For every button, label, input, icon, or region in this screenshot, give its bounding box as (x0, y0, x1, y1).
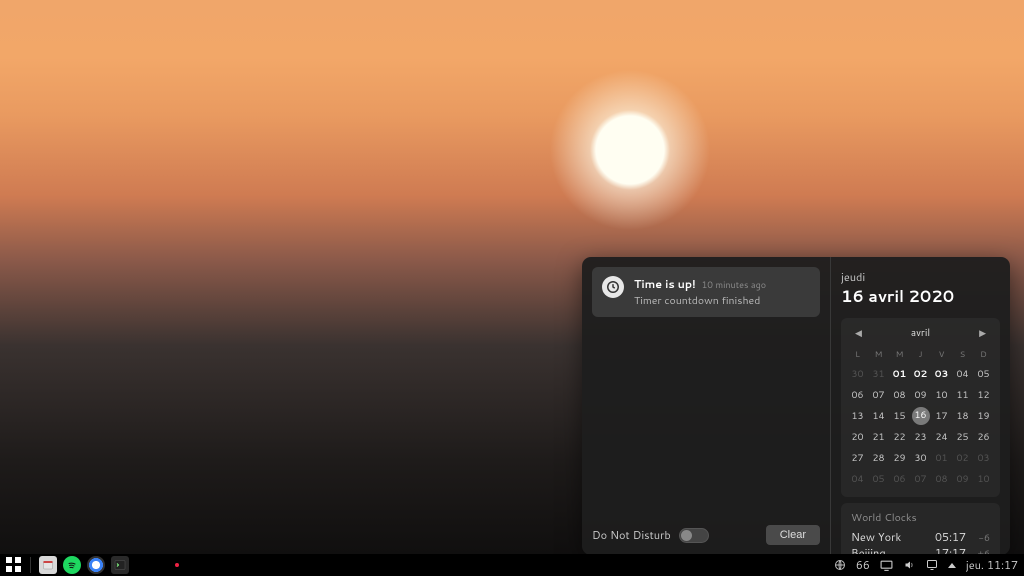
cal-day[interactable]: 18 (952, 407, 973, 426)
cal-day[interactable]: 06 (889, 470, 910, 489)
cal-day[interactable]: 12 (973, 386, 994, 405)
cal-day[interactable]: 07 (910, 470, 931, 489)
cal-day[interactable]: 02 (952, 449, 973, 468)
wc-time: 05:17 (935, 529, 966, 545)
cal-day[interactable]: 15 (889, 407, 910, 426)
cal-day[interactable]: 23 (910, 428, 931, 447)
cast-icon[interactable] (926, 559, 938, 571)
indicator-dot-icon (175, 563, 179, 567)
spotify-app-icon[interactable] (63, 556, 81, 574)
date-weekday: jeudi (841, 269, 1000, 285)
cal-weekday: M (889, 345, 910, 363)
screen-icon[interactable] (880, 560, 893, 571)
cal-month-label: avril (911, 326, 930, 340)
clock-icon (602, 276, 624, 298)
globe-icon[interactable] (834, 559, 846, 571)
cal-day[interactable]: 27 (847, 449, 868, 468)
files-app-icon[interactable] (39, 556, 57, 574)
cal-weekday: J (910, 345, 931, 363)
cal-day[interactable]: 09 (952, 470, 973, 489)
notification-message: Timer countdown finished (634, 294, 810, 308)
clear-button[interactable]: Clear (766, 525, 820, 545)
cal-day[interactable]: 25 (952, 428, 973, 447)
notifications-column: Time is up! 10 minutes ago Timer countdo… (582, 257, 830, 555)
cal-day[interactable]: 26 (973, 428, 994, 447)
cal-weekday: S (952, 345, 973, 363)
notification-item[interactable]: Time is up! 10 minutes ago Timer countdo… (592, 267, 820, 317)
calendar-column: jeudi 16 avril 2020 ◀ avril ▶ LMMJVSD303… (830, 257, 1010, 555)
cal-day[interactable]: 29 (889, 449, 910, 468)
temperature-indicator[interactable]: 66 (856, 557, 870, 573)
cal-day[interactable]: 31 (868, 365, 889, 384)
cal-day[interactable]: 20 (847, 428, 868, 447)
cal-day[interactable]: 10 (973, 470, 994, 489)
cal-day[interactable]: 21 (868, 428, 889, 447)
world-clocks-title: World Clocks (851, 511, 990, 525)
cal-day[interactable]: 05 (868, 470, 889, 489)
cal-day[interactable]: 03 (973, 449, 994, 468)
wc-offset: -6 (972, 532, 990, 545)
cal-day[interactable]: 16 (912, 407, 930, 425)
taskbar-clock[interactable]: jeu. 11:17 (966, 557, 1018, 573)
cal-day[interactable]: 28 (868, 449, 889, 468)
cal-day[interactable]: 22 (889, 428, 910, 447)
cal-day[interactable]: 17 (931, 407, 952, 426)
calendar-grid: LMMJVSD303101020304050607080910111213141… (847, 345, 994, 489)
cal-day[interactable]: 03 (931, 365, 952, 384)
dnd-row: Do Not Disturb Clear (592, 525, 820, 545)
cal-day[interactable]: 19 (973, 407, 994, 426)
wc-city: New York (851, 529, 929, 545)
cal-day[interactable]: 08 (889, 386, 910, 405)
cal-day[interactable]: 01 (889, 365, 910, 384)
cal-weekday: M (868, 345, 889, 363)
taskbar: 66 jeu. 11:17 (0, 554, 1024, 576)
cal-day[interactable]: 05 (973, 365, 994, 384)
cal-day[interactable]: 02 (910, 365, 931, 384)
terminal-app-icon[interactable] (111, 556, 129, 574)
cal-day[interactable]: 11 (952, 386, 973, 405)
cal-weekday: L (847, 345, 868, 363)
cal-day[interactable]: 04 (847, 470, 868, 489)
dnd-label: Do Not Disturb (592, 527, 671, 543)
volume-icon[interactable] (903, 559, 916, 571)
world-clock-row: New York 05:17 -6 (851, 529, 990, 545)
date-full: 16 avril 2020 (841, 285, 1000, 308)
apps-grid-icon[interactable] (6, 557, 22, 573)
cal-day[interactable]: 30 (847, 365, 868, 384)
cal-day[interactable]: 30 (910, 449, 931, 468)
cal-day[interactable]: 08 (931, 470, 952, 489)
cal-day[interactable]: 14 (868, 407, 889, 426)
cal-day[interactable]: 07 (868, 386, 889, 405)
cal-day[interactable]: 13 (847, 407, 868, 426)
dnd-toggle[interactable] (679, 528, 709, 543)
calendar-widget: ◀ avril ▶ LMMJVSD30310102030405060708091… (841, 318, 1000, 497)
cal-weekday: V (931, 345, 952, 363)
notification-title: Time is up! (634, 276, 696, 292)
cal-day[interactable]: 10 (931, 386, 952, 405)
cal-prev-button[interactable]: ◀ (851, 324, 866, 341)
cal-next-button[interactable]: ▶ (975, 324, 990, 341)
cal-day[interactable]: 24 (931, 428, 952, 447)
calendar-notifications-panel: Time is up! 10 minutes ago Timer countdo… (582, 257, 1010, 555)
browser-app-icon[interactable] (87, 556, 105, 574)
cal-day[interactable]: 04 (952, 365, 973, 384)
cal-day[interactable]: 06 (847, 386, 868, 405)
cal-weekday: D (973, 345, 994, 363)
date-header: jeudi 16 avril 2020 (841, 269, 1000, 308)
tray-arrow-icon[interactable] (948, 563, 956, 568)
notification-time: 10 minutes ago (702, 278, 767, 291)
cal-day[interactable]: 09 (910, 386, 931, 405)
cal-day[interactable]: 01 (931, 449, 952, 468)
